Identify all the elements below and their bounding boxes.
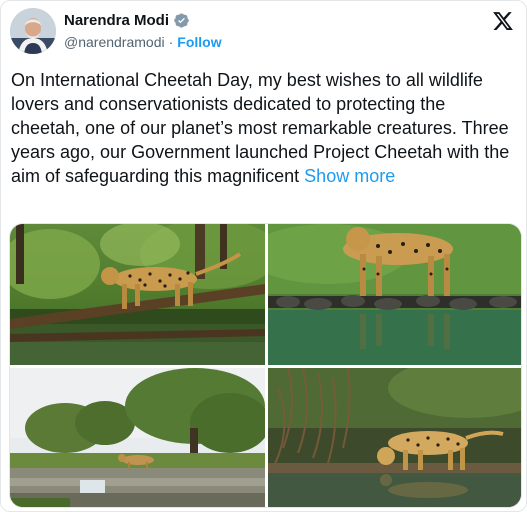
cheetah-at-waterhole-photo-icon — [268, 224, 521, 365]
tweet-body: On International Cheetah Day, my best wi… — [11, 70, 510, 186]
tweet-card: Narendra Modi @narendramodi · Follow On In… — [0, 0, 527, 512]
cheetah-in-forest-photo-icon — [10, 224, 265, 365]
author-handle[interactable]: @narendramodi — [64, 34, 165, 50]
x-logo-icon[interactable] — [492, 10, 514, 32]
cheetah-in-savanna-photo-icon — [10, 368, 265, 507]
avatar[interactable] — [10, 8, 56, 54]
photo-cheetah-waterhole[interactable] — [268, 224, 521, 365]
profile-photo-icon — [10, 8, 56, 54]
author-handle-row: @narendramodi · Follow — [64, 34, 222, 50]
author-name-row: Narendra Modi — [64, 12, 190, 29]
author-display-name[interactable]: Narendra Modi — [64, 12, 169, 29]
photo-cheetah-forest[interactable] — [10, 224, 265, 365]
separator-dot: · — [168, 34, 174, 50]
media-grid — [9, 223, 522, 508]
photo-cheetah-savanna[interactable] — [10, 368, 265, 507]
verified-badge-icon — [173, 12, 190, 29]
cheetah-drinking-photo-icon — [268, 368, 521, 507]
tweet-text: On International Cheetah Day, my best wi… — [11, 68, 516, 188]
show-more-link[interactable]: Show more — [304, 166, 395, 186]
follow-button[interactable]: Follow — [177, 34, 221, 50]
photo-cheetah-drinking[interactable] — [268, 368, 521, 507]
